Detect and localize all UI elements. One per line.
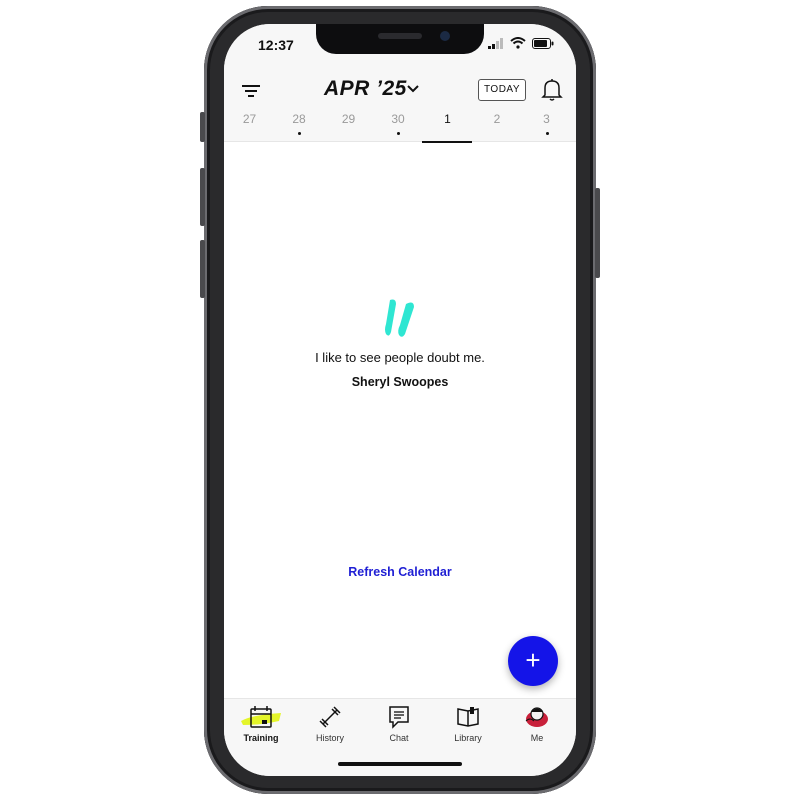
volume-up-button <box>200 168 205 226</box>
day-29[interactable]: 29 <box>324 112 374 126</box>
day-label: 1 <box>444 112 451 126</box>
app-screen: 12:37 APR ’25 TODAY 27 28 29 30 1 2 3 I … <box>224 24 576 776</box>
day-27[interactable]: 27 <box>225 112 275 126</box>
book-icon <box>457 707 479 727</box>
add-button[interactable]: + <box>508 636 558 686</box>
tab-me[interactable]: Me <box>507 705 567 743</box>
volume-down-button <box>200 240 205 298</box>
month-selector[interactable]: APR ’25 <box>324 77 407 101</box>
wifi-icon <box>510 37 526 49</box>
event-dot <box>298 132 301 135</box>
status-icons <box>488 37 554 49</box>
tab-library[interactable]: Library <box>438 705 498 743</box>
tab-history[interactable]: History <box>300 705 360 743</box>
refresh-calendar-link[interactable]: Refresh Calendar <box>224 565 576 579</box>
battery-icon <box>532 37 554 49</box>
tab-label: Me <box>530 733 544 743</box>
day-label: 3 <box>543 112 550 126</box>
home-indicator[interactable] <box>338 762 462 766</box>
chat-icon <box>389 706 409 729</box>
tab-label: Chat <box>389 733 409 743</box>
event-dot <box>397 132 400 135</box>
power-button <box>595 188 600 278</box>
tab-label: Library <box>454 733 482 743</box>
tab-training[interactable]: Training <box>231 705 291 743</box>
day-1[interactable]: 1 <box>423 112 473 126</box>
front-camera <box>440 31 450 41</box>
today-button[interactable]: TODAY <box>478 79 526 101</box>
day-3[interactable]: 3 <box>522 112 572 135</box>
signal-icon <box>488 37 503 49</box>
day-2[interactable]: 2 <box>472 112 522 126</box>
dumbbell-icon <box>319 706 341 728</box>
quote-author: Sheryl Swoopes <box>351 375 449 389</box>
avatar <box>525 707 548 727</box>
mute-switch <box>200 112 205 142</box>
day-30[interactable]: 30 <box>373 112 423 135</box>
selected-day-underline <box>422 141 472 143</box>
tab-label: Training <box>243 733 279 743</box>
day-label: 29 <box>341 112 356 126</box>
day-28[interactable]: 28 <box>274 112 324 135</box>
bell-icon[interactable] <box>541 78 563 102</box>
week-strip: 27 28 29 30 1 2 3 <box>224 112 576 143</box>
chevron-down-icon[interactable] <box>406 82 420 96</box>
quote-mark-icon <box>385 299 414 337</box>
tab-label: History <box>315 733 344 743</box>
calendar-icon <box>241 706 281 728</box>
notch <box>316 24 484 54</box>
event-dot <box>545 132 549 135</box>
calendar-header: APR ’25 TODAY 27 28 29 30 1 2 3 <box>224 66 576 143</box>
filter-icon[interactable] <box>240 80 262 102</box>
day-label: 27 <box>242 112 257 126</box>
speaker-grille <box>378 33 422 39</box>
quote-text: I like to see people doubt me. <box>315 350 485 365</box>
tab-chat[interactable]: Chat <box>369 705 429 743</box>
day-label: 30 <box>391 112 405 126</box>
day-label: 28 <box>292 112 306 126</box>
status-time: 12:37 <box>258 37 294 53</box>
day-label: 2 <box>493 112 501 126</box>
